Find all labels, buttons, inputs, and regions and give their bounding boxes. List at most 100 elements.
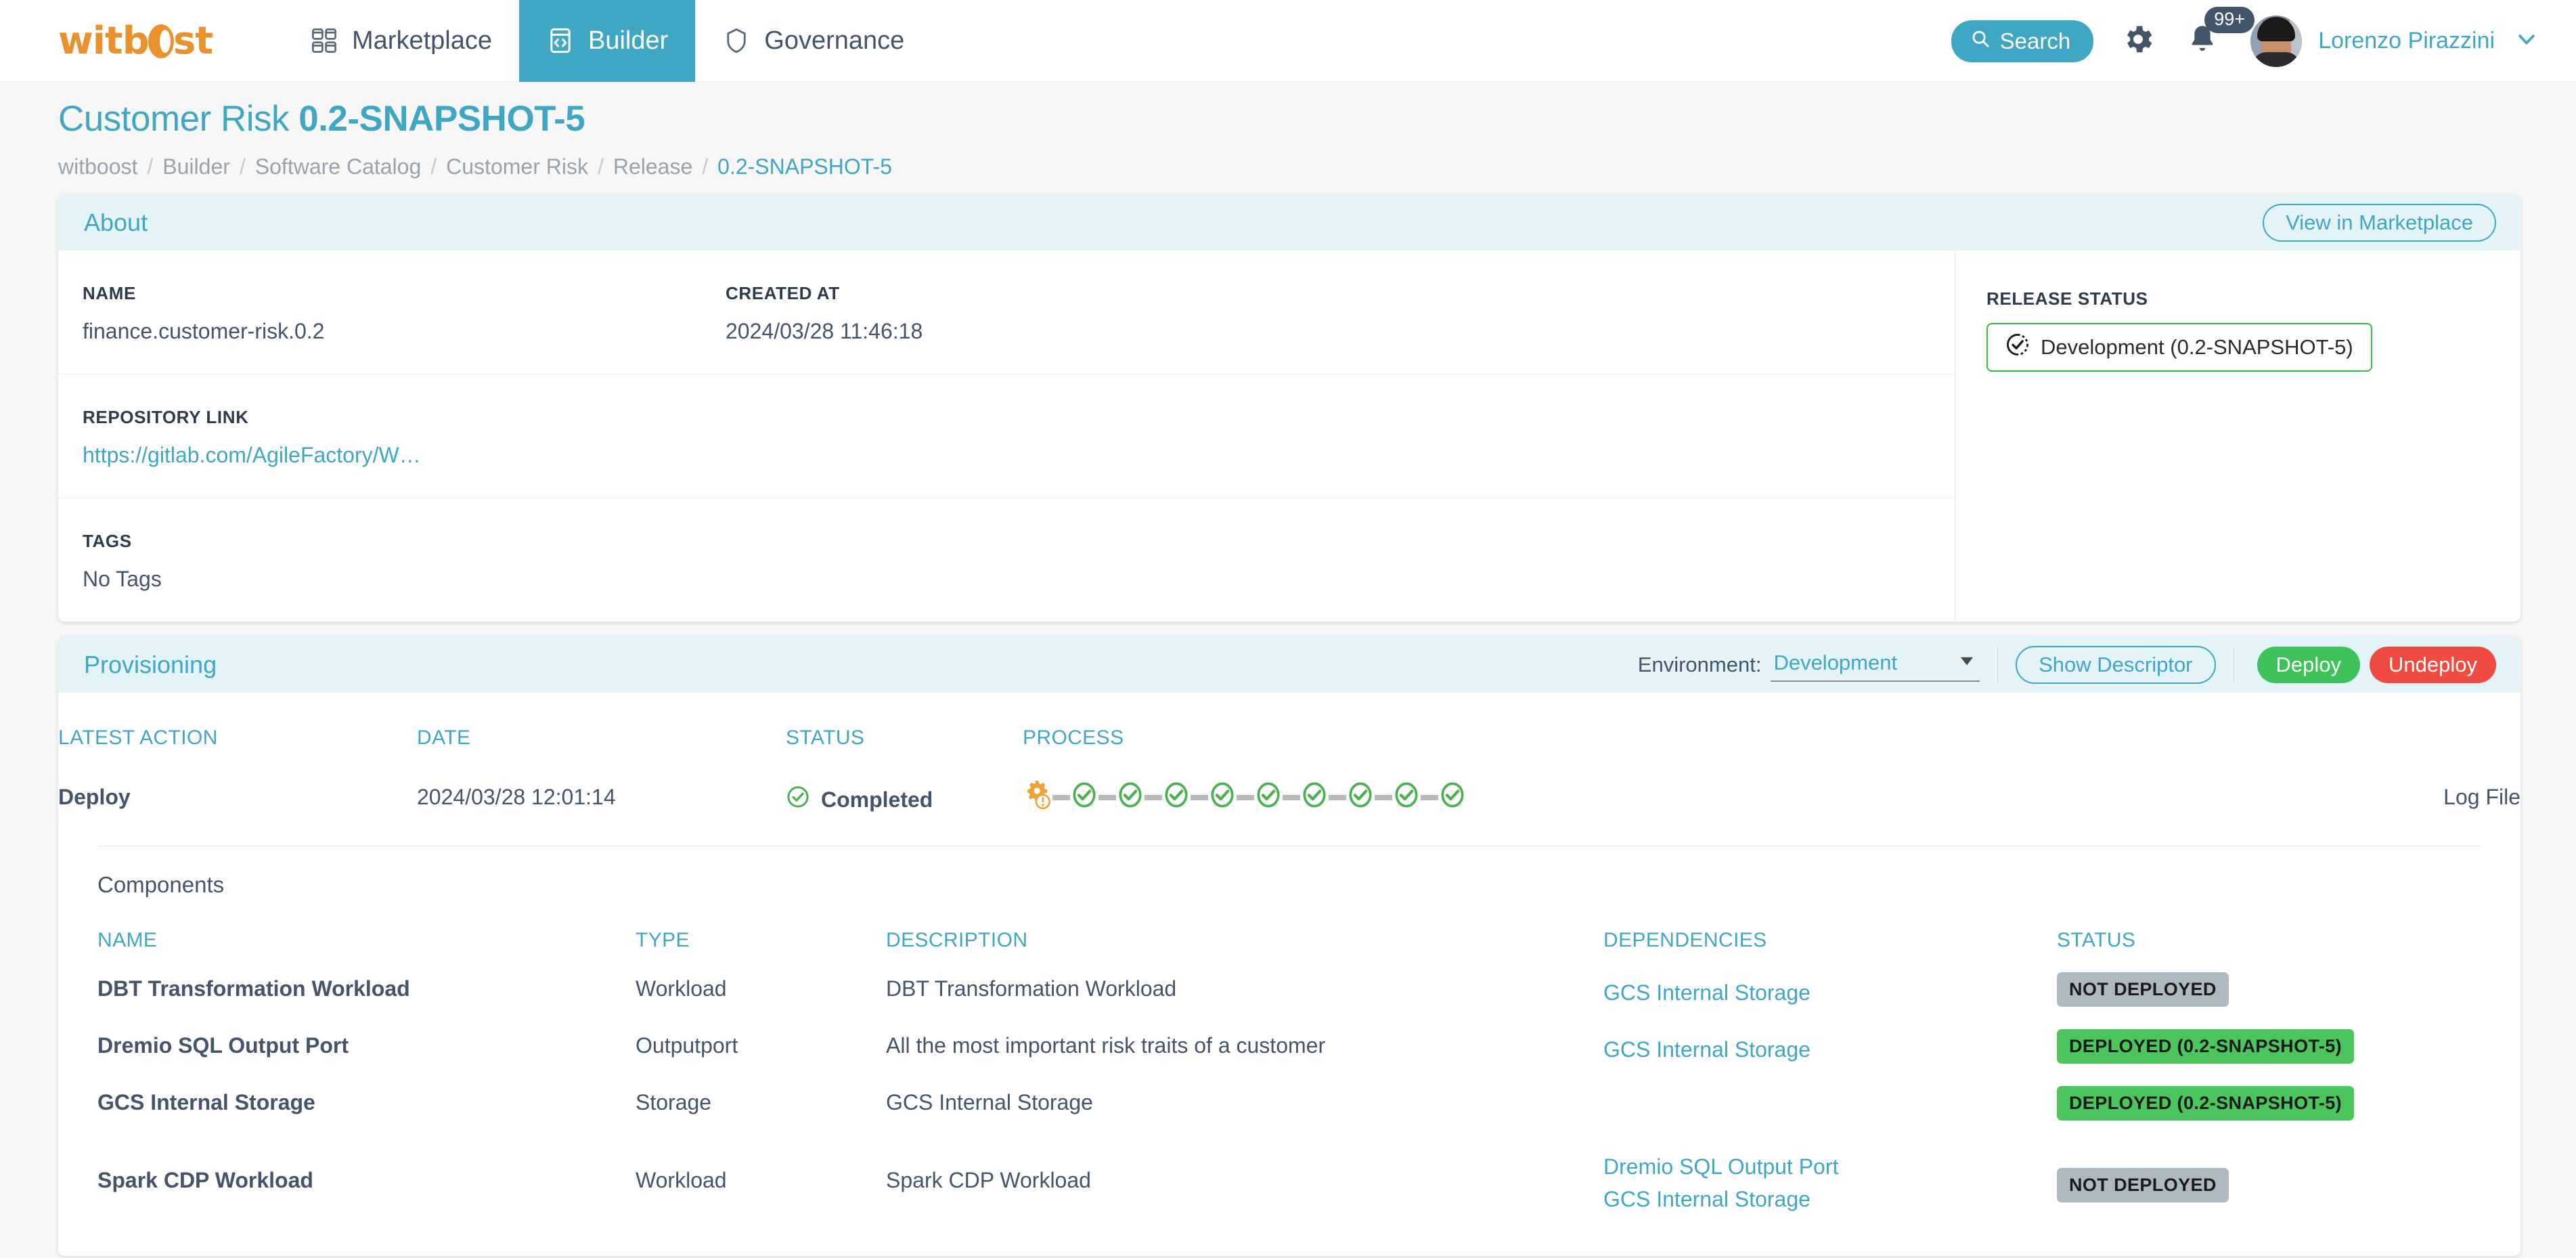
search-button[interactable]: Search xyxy=(1951,20,2094,62)
process-step-check-icon[interactable] xyxy=(1300,781,1329,815)
nav-tab-marketplace[interactable]: Marketplace xyxy=(283,0,519,82)
component-type: Workload xyxy=(636,976,727,1001)
col-header-description: DESCRIPTION xyxy=(886,929,1028,951)
nav-tab-label: Marketplace xyxy=(352,26,492,55)
chain-connector xyxy=(1191,795,1208,800)
about-field-tags: TAGS No Tags xyxy=(83,531,726,592)
deploy-button[interactable]: Deploy xyxy=(2257,646,2361,683)
dependency-link[interactable]: Dremio SQL Output Port xyxy=(1603,1150,2057,1183)
component-status-cell: NOT DEPLOYED xyxy=(2057,1121,2481,1215)
breadcrumb-item-release[interactable]: Release xyxy=(613,154,692,179)
show-descriptor-button[interactable]: Show Descriptor xyxy=(2016,645,2216,684)
page-header: Customer Risk 0.2-SNAPSHOT-5 witboost / … xyxy=(0,82,2576,179)
component-name[interactable]: Dremio SQL Output Port xyxy=(97,1009,636,1066)
shield-icon xyxy=(722,26,751,55)
release-status-text: Development (0.2-SNAPSHOT-5) xyxy=(2041,335,2353,359)
nav-tab-builder[interactable]: Builder xyxy=(518,0,696,82)
chain-connector xyxy=(1421,795,1438,800)
component-name[interactable]: GCS Internal Storage xyxy=(97,1066,636,1121)
breadcrumb-item-current[interactable]: 0.2-SNAPSHOT-5 xyxy=(717,154,892,179)
check-circle-dashed-icon xyxy=(2005,332,2030,362)
component-status-cell: DEPLOYED (0.2-SNAPSHOT-5) xyxy=(2057,1066,2481,1121)
about-card-header: About View in Marketplace xyxy=(58,194,2521,251)
chain-connector xyxy=(1329,795,1346,800)
about-card-body: NAME finance.customer-risk.0.2 CREATED A… xyxy=(58,251,2521,622)
component-type: Workload xyxy=(636,1168,727,1192)
component-status-cell: DEPLOYED (0.2-SNAPSHOT-5) xyxy=(2057,1009,2481,1066)
process-step-check-icon[interactable] xyxy=(1162,781,1191,815)
component-description: GCS Internal Storage xyxy=(886,1090,1093,1114)
log-file-link[interactable]: Log File xyxy=(2315,750,2521,816)
breadcrumb-item-customer-risk[interactable]: Customer Risk xyxy=(446,154,588,179)
component-type: Storage xyxy=(636,1090,712,1114)
about-row-repository: REPOSITORY LINK https://gitlab.com/Agile… xyxy=(58,374,1955,498)
status-badge: NOT DEPLOYED xyxy=(2057,972,2229,1007)
provisioning-heading: Provisioning xyxy=(84,650,217,678)
col-header-status: STATUS xyxy=(786,726,865,749)
environment-selected-value: Development xyxy=(1773,650,1898,674)
about-row-name-created: NAME finance.customer-risk.0.2 CREATED A… xyxy=(58,251,1955,374)
environment-select[interactable]: Development xyxy=(1771,648,1980,682)
process-step-check-icon[interactable] xyxy=(1438,781,1467,815)
repository-link[interactable]: https://gitlab.com/AgileFactory/W… xyxy=(83,443,726,468)
component-name[interactable]: Spark CDP Workload xyxy=(97,1121,636,1215)
component-description: Spark CDP Workload xyxy=(886,1168,1091,1192)
dependency-link[interactable]: GCS Internal Storage xyxy=(1603,1033,2057,1066)
witboost-logo-icon: witb st xyxy=(58,20,213,62)
about-tags-value: No Tags xyxy=(83,567,162,591)
col-header-date: DATE xyxy=(417,726,471,749)
username-label[interactable]: Lorenzo Pirazzini xyxy=(2318,28,2495,54)
process-step-check-icon[interactable] xyxy=(1392,781,1421,815)
col-header-latest-action: LATEST ACTION xyxy=(58,726,218,749)
notifications-bell[interactable]: 99+ xyxy=(2185,7,2255,60)
breadcrumb-item-builder[interactable]: Builder xyxy=(162,154,230,179)
status-badge: NOT DEPLOYED xyxy=(2057,1168,2229,1202)
component-dependencies: Dremio SQL Output Port GCS Internal Stor… xyxy=(1603,1121,2057,1215)
nav-tab-label: Builder xyxy=(587,26,669,55)
avatar[interactable] xyxy=(2250,15,2303,67)
nav-tab-label: Governance xyxy=(764,26,905,55)
dependency-link[interactable]: GCS Internal Storage xyxy=(1603,976,2057,1009)
process-step-check-icon[interactable] xyxy=(1254,781,1283,815)
gear-warning-icon[interactable] xyxy=(1023,779,1052,816)
process-step-check-icon[interactable] xyxy=(1116,781,1145,815)
process-step-check-icon[interactable] xyxy=(1346,781,1375,815)
nav-tab-governance[interactable]: Governance xyxy=(695,0,931,82)
check-circle-icon xyxy=(786,785,810,815)
about-name-label: NAME xyxy=(83,283,136,303)
breadcrumb-item-software-catalog[interactable]: Software Catalog xyxy=(255,154,421,179)
release-status-label: RELEASE STATUS xyxy=(1986,288,2148,309)
about-field-repository: REPOSITORY LINK https://gitlab.com/Agile… xyxy=(83,407,726,468)
col-header-spacer xyxy=(2315,693,2521,750)
col-header-status: STATUS xyxy=(2057,929,2136,951)
about-card: About View in Marketplace NAME finance.c… xyxy=(58,194,2521,622)
breadcrumb-separator: / xyxy=(239,154,246,179)
chevron-down-icon[interactable] xyxy=(2515,28,2538,54)
latest-status-cell: Completed xyxy=(786,750,1023,816)
witboost-logo[interactable]: witb st xyxy=(58,20,241,62)
about-row-tags: TAGS No Tags xyxy=(58,498,1955,622)
process-step-check-icon[interactable] xyxy=(1070,781,1098,815)
page-title: Customer Risk 0.2-SNAPSHOT-5 xyxy=(58,98,2576,139)
dependency-link[interactable]: GCS Internal Storage xyxy=(1603,1183,2057,1215)
component-name[interactable]: DBT Transformation Workload xyxy=(97,952,636,1009)
chevron-down-icon xyxy=(1958,651,1976,675)
component-dependencies xyxy=(1603,1066,2057,1121)
release-status-badge: Development (0.2-SNAPSHOT-5) xyxy=(1986,323,2372,372)
latest-action-table: LATEST ACTION DATE STATUS PROCESS Deploy… xyxy=(58,693,2521,816)
latest-status-text: Completed xyxy=(821,787,933,812)
breadcrumb-separator: / xyxy=(597,154,604,179)
about-name-value: finance.customer-risk.0.2 xyxy=(83,319,325,343)
process-step-check-icon[interactable] xyxy=(1208,781,1237,815)
environment-label: Environment: xyxy=(1637,652,1762,676)
notification-badge: 99+ xyxy=(2204,7,2255,33)
breadcrumb-item-witboost[interactable]: witboost xyxy=(58,154,137,179)
component-description: DBT Transformation Workload xyxy=(886,976,1177,1001)
about-created-label: CREATED AT xyxy=(726,283,840,303)
undeploy-button[interactable]: Undeploy xyxy=(2370,646,2496,683)
status-badge: DEPLOYED (0.2-SNAPSHOT-5) xyxy=(2057,1029,2355,1064)
gear-icon[interactable] xyxy=(2120,22,2156,60)
about-tags-label: TAGS xyxy=(83,531,132,551)
view-in-marketplace-button[interactable]: View in Marketplace xyxy=(2263,203,2496,242)
provisioning-body: LATEST ACTION DATE STATUS PROCESS Deploy… xyxy=(58,693,2521,1256)
